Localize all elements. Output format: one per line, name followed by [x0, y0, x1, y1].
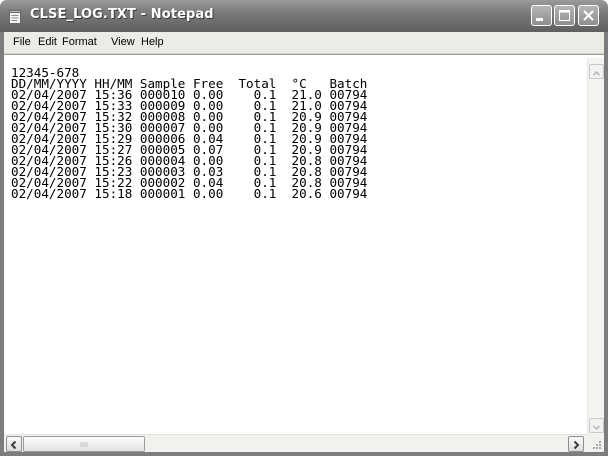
chevron-right-icon [573, 440, 580, 450]
maximize-icon [559, 10, 570, 21]
title-bar[interactable]: CLSE_LOG.TXT - Notepad [0, 0, 608, 32]
scroll-up-button[interactable] [589, 64, 604, 79]
grip-icon [80, 442, 88, 447]
minimize-icon [536, 18, 543, 21]
notepad-icon[interactable] [9, 9, 22, 24]
document-text[interactable]: 12345-678 DD/MM/YYYY HH/MM Sample Free T… [11, 67, 579, 427]
menu-format[interactable]: Format [62, 36, 97, 48]
scroll-left-button[interactable] [6, 436, 22, 452]
text-line: 02/04/2007 15:18 000001 0.00 0.1 20.6 00… [11, 186, 368, 201]
chevron-down-icon [592, 425, 601, 431]
resize-grip[interactable] [587, 434, 604, 452]
menu-file[interactable]: File [13, 36, 31, 48]
menu-edit[interactable]: Edit [38, 36, 57, 48]
close-button[interactable] [578, 5, 599, 26]
maximize-button[interactable] [554, 5, 575, 26]
chevron-left-icon [10, 440, 17, 450]
resize-grip-icon [593, 441, 601, 449]
chevron-up-icon [592, 70, 601, 76]
window-frame-bottom [0, 452, 608, 456]
text-editor[interactable]: 12345-678 DD/MM/YYYY HH/MM Sample Free T… [4, 54, 604, 434]
horizontal-scrollbar[interactable] [4, 434, 587, 452]
menu-bar: File Edit Format View Help [4, 32, 604, 54]
menu-view[interactable]: View [111, 36, 135, 48]
minimize-button[interactable] [531, 5, 552, 26]
scroll-right-button[interactable] [568, 436, 584, 452]
notepad-window: CLSE_LOG.TXT - Notepad File Edit Format … [0, 0, 608, 456]
window-frame-right [604, 32, 608, 456]
close-icon [583, 10, 594, 21]
vertical-scrollbar[interactable] [587, 58, 604, 436]
menu-help[interactable]: Help [141, 36, 164, 48]
window-title: CLSE_LOG.TXT - Notepad [30, 7, 214, 22]
scroll-down-button[interactable] [589, 418, 604, 433]
horizontal-scroll-thumb[interactable] [23, 436, 145, 452]
